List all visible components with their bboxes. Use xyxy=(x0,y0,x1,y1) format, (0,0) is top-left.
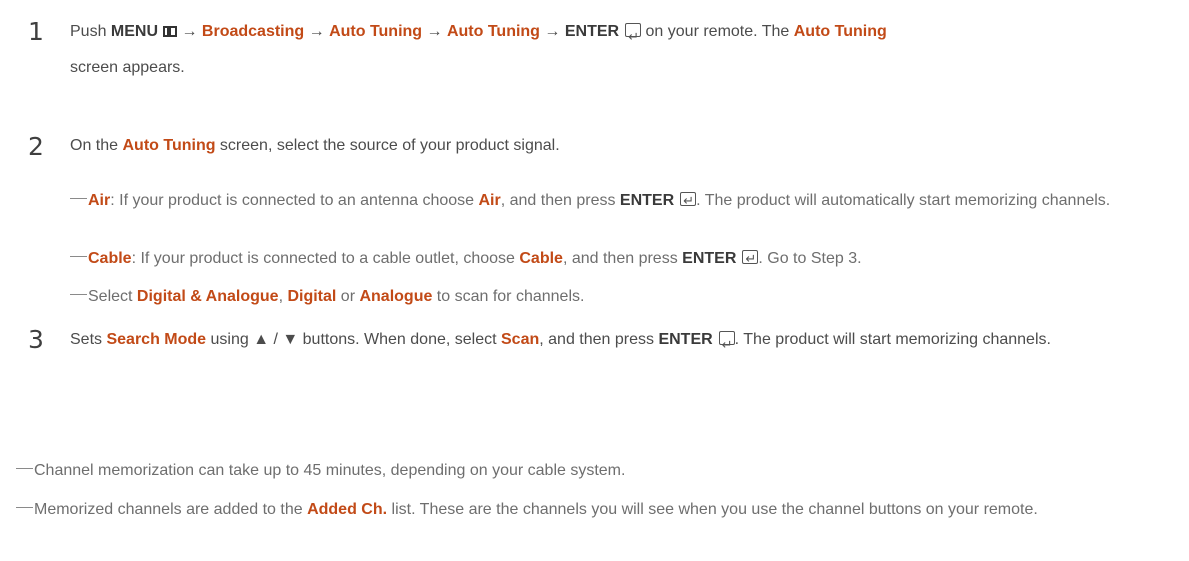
step-number-3: 3 xyxy=(28,325,44,354)
added-channels-text: Memorized channels are added to the xyxy=(34,501,308,518)
scan-keyword: Scan xyxy=(501,331,540,348)
digital-keyword: Digital xyxy=(287,288,337,305)
cable-note: Cable: If your product is connected to a… xyxy=(88,246,1178,271)
step-2-text-on: On the xyxy=(70,137,123,154)
scan-option-text: or xyxy=(336,288,360,305)
scan-option-note: Select Digital & Analogue, Digital or An… xyxy=(88,284,1178,309)
step-number-2: 2 xyxy=(28,132,44,161)
step-2-text-rest: screen, select the source of your produc… xyxy=(215,137,560,154)
memorization-time-note: Channel memorization can take up to 45 m… xyxy=(34,462,626,479)
auto-tuning-keyword: Auto Tuning xyxy=(122,137,216,154)
note-dash xyxy=(16,468,33,469)
added-channels-note: Memorized channels are added to the Adde… xyxy=(34,497,1174,522)
note-dash xyxy=(70,256,87,257)
air-note-text: : If your product is connected to an ant… xyxy=(110,192,479,209)
scan-option-text: Select xyxy=(88,288,137,305)
step-1-text-push: Push xyxy=(70,23,111,40)
added-ch-keyword: Added Ch. xyxy=(307,501,388,518)
air-note: Air: If your product is connected to an … xyxy=(88,188,1178,213)
step-1-text: Push MENU → Broadcasting → Auto Tuning →… xyxy=(70,14,1180,86)
air-note-text: , and then press xyxy=(500,192,620,209)
scan-option-text: to scan for channels. xyxy=(432,288,585,305)
enter-icon xyxy=(742,246,759,271)
arrow: → xyxy=(304,23,330,40)
note-dash xyxy=(70,198,87,199)
auto-tuning-keyword: Auto Tuning xyxy=(793,23,887,40)
step-2-text: On the Auto Tuning screen, select the so… xyxy=(70,128,1180,164)
broadcasting-keyword: Broadcasting xyxy=(201,23,305,40)
step-number-1: 1 xyxy=(28,17,44,46)
air-keyword: Air xyxy=(478,192,501,209)
cable-keyword: Cable xyxy=(519,250,563,267)
enter-icon xyxy=(718,327,735,363)
note-dash xyxy=(16,507,33,508)
auto-tuning-keyword: Auto Tuning xyxy=(329,23,423,40)
air-note-text: . The product will automatically start m… xyxy=(696,192,1111,209)
cable-note-text: . Go to Step 3. xyxy=(758,250,862,267)
added-channels-text: list. These are the channels you will se… xyxy=(387,501,1038,518)
enter-icon xyxy=(680,188,697,213)
step-3-text-buttons: using ▲ / ▼ buttons. When done, select xyxy=(206,331,501,348)
menu-icon xyxy=(163,26,178,37)
menu-label: MENU xyxy=(110,23,159,40)
enter-label: ENTER xyxy=(564,23,620,40)
analogue-keyword: Analogue xyxy=(359,288,433,305)
cable-note-text: , and then press xyxy=(562,250,683,267)
enter-label: ENTER xyxy=(682,250,737,267)
arrow: → xyxy=(177,23,202,40)
enter-label: ENTER xyxy=(658,331,713,348)
cable-note-text: : If your product is connected to a cabl… xyxy=(131,250,520,267)
enter-icon xyxy=(625,19,642,55)
arrow: → xyxy=(539,23,565,40)
step-3-text-press: , and then press xyxy=(539,331,659,348)
step-1-text-remote: on your remote. The xyxy=(641,23,794,40)
air-keyword: Air xyxy=(88,192,111,209)
step-1-text-screen: screen appears. xyxy=(70,59,185,76)
digital-analogue-keyword: Digital & Analogue xyxy=(136,288,279,305)
search-mode-keyword: Search Mode xyxy=(106,331,207,348)
arrow: → xyxy=(422,23,447,40)
step-3-text: Sets Search Mode using ▲ / ▼ buttons. Wh… xyxy=(70,322,1180,363)
enter-label: ENTER xyxy=(619,192,675,209)
step-3-text-rest: . The product will start memorizing chan… xyxy=(734,331,1051,348)
step-3-text-sets: Sets xyxy=(70,331,107,348)
auto-tuning-keyword: Auto Tuning xyxy=(446,23,540,40)
note-dash xyxy=(70,294,87,295)
cable-keyword: Cable xyxy=(88,250,132,267)
